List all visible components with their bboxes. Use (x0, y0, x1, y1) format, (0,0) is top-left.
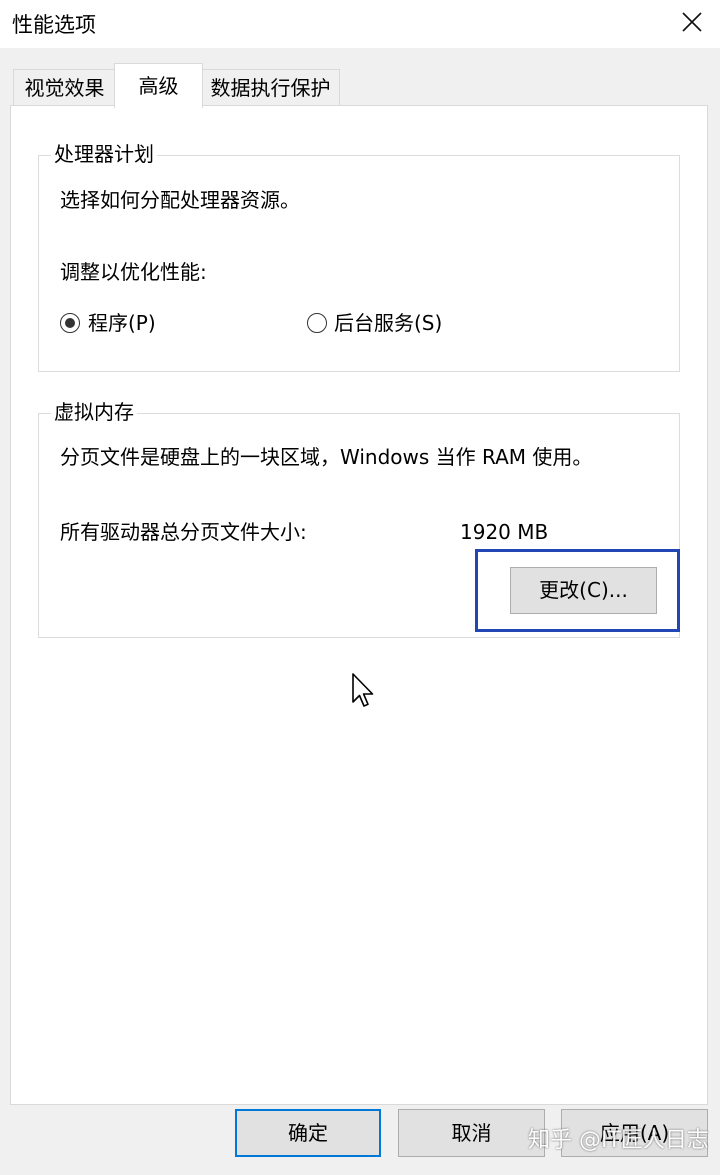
virtual-memory-description: 分页文件是硬盘上的一块区域，Windows 当作 RAM 使用。 (60, 445, 593, 469)
processor-description: 选择如何分配处理器资源。 (60, 188, 300, 212)
tab-data-execution-prevention[interactable]: 数据执行保护 (201, 69, 340, 106)
paging-file-total-label: 所有驱动器总分页文件大小: (60, 520, 307, 544)
window-title: 性能选项 (12, 13, 96, 37)
paging-file-total-value: 1920 MB (460, 520, 549, 544)
title-bar: 性能选项 (0, 0, 720, 48)
watermark-text: 知乎 @IT匠人日志 (528, 1128, 709, 1153)
tab-visual-effects[interactable]: 视觉效果 (13, 69, 116, 106)
background-services-radio[interactable] (307, 313, 327, 333)
close-button[interactable] (664, 0, 720, 46)
cancel-button[interactable]: 取消 (398, 1109, 545, 1157)
tab-advanced[interactable]: 高级 (114, 63, 203, 108)
mouse-pointer-icon (352, 673, 374, 707)
adjust-performance-label: 调整以优化性能: (60, 260, 207, 284)
processor-scheduling-title: 处理器计划 (51, 141, 157, 167)
change-virtual-memory-button[interactable]: 更改(C)... (510, 567, 657, 614)
background-services-radio-label[interactable]: 后台服务(S) (334, 310, 442, 336)
ok-button[interactable]: 确定 (235, 1109, 381, 1157)
virtual-memory-title: 虚拟内存 (51, 399, 137, 425)
programs-radio-label[interactable]: 程序(P) (88, 310, 156, 336)
programs-radio[interactable] (60, 313, 80, 333)
close-icon (682, 12, 702, 32)
